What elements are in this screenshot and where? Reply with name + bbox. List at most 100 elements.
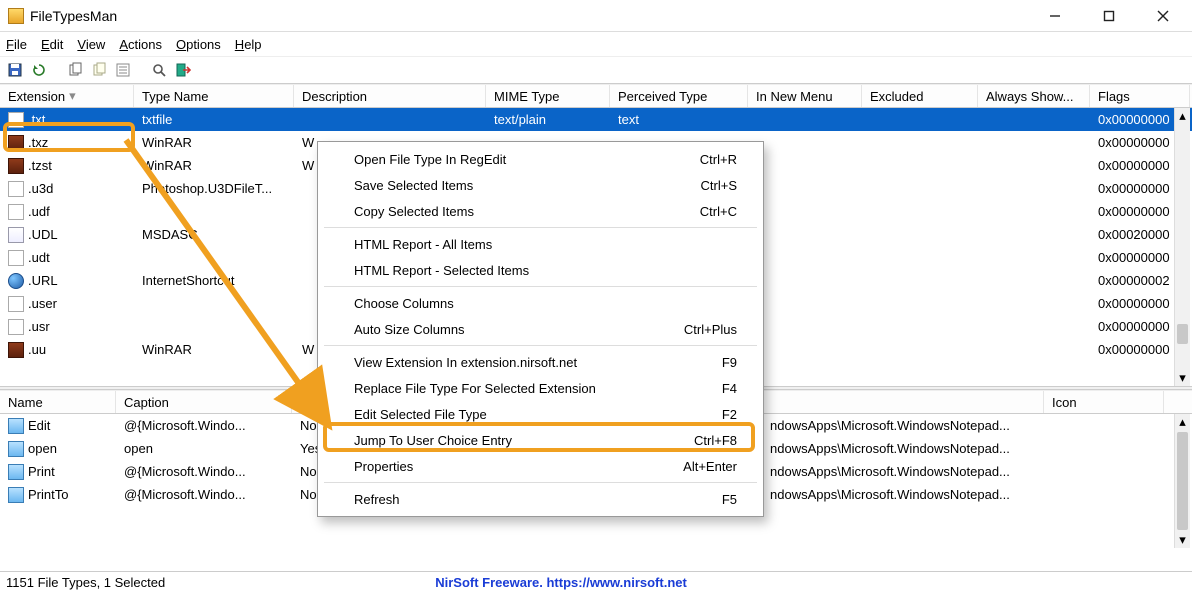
cell — [978, 177, 1090, 200]
column-header[interactable]: MIME Type — [486, 85, 610, 107]
action-icon — [8, 441, 24, 457]
column-header[interactable]: Flags — [1090, 85, 1190, 107]
menu-separator — [324, 286, 757, 287]
menu-actions[interactable]: Actions — [119, 37, 162, 52]
close-button[interactable] — [1148, 6, 1178, 26]
cell: ndowsApps\Microsoft.WindowsNotepad... — [762, 414, 1044, 437]
cell — [748, 108, 862, 131]
menu-view[interactable]: View — [77, 37, 105, 52]
menu-item-label: HTML Report - All Items — [354, 237, 492, 252]
menu-item[interactable]: Auto Size ColumnsCtrl+Plus — [318, 316, 763, 342]
column-header[interactable]: Description — [294, 85, 486, 107]
status-link[interactable]: NirSoft Freeware. https://www.nirsoft.ne… — [435, 575, 687, 590]
filetype-icon — [8, 227, 24, 243]
extension-cell: .udf — [0, 200, 134, 223]
filetype-icon — [8, 204, 24, 220]
scroll-up-icon[interactable]: ▴ — [1175, 414, 1190, 430]
copy-icon[interactable] — [66, 61, 84, 79]
table-row[interactable]: .txttxtfiletext/plaintext0x00000000 — [0, 108, 1192, 131]
scroll-thumb[interactable] — [1177, 324, 1188, 344]
extension-cell: .tzst — [0, 154, 134, 177]
menu-item[interactable]: Edit Selected File TypeF2 — [318, 401, 763, 427]
copy2-icon[interactable] — [90, 61, 108, 79]
scroll-thumb[interactable] — [1177, 432, 1188, 530]
cell: Photoshop.U3DFileT... — [134, 177, 294, 200]
menu-item-accel: Ctrl+S — [701, 178, 737, 193]
column-header[interactable]: Caption — [116, 391, 292, 413]
column-header[interactable]: Icon — [1044, 391, 1164, 413]
menu-file[interactable]: File — [6, 37, 27, 52]
menu-item[interactable]: View Extension In extension.nirsoft.netF… — [318, 349, 763, 375]
find-icon[interactable] — [150, 61, 168, 79]
cell — [134, 292, 294, 315]
menu-item[interactable]: Copy Selected ItemsCtrl+C — [318, 198, 763, 224]
menu-item[interactable]: Save Selected ItemsCtrl+S — [318, 172, 763, 198]
window-title: FileTypesMan — [30, 8, 1040, 24]
menu-item-label: Replace File Type For Selected Extension — [354, 381, 596, 396]
cell — [978, 315, 1090, 338]
column-header[interactable]: Always Show... — [978, 85, 1090, 107]
extension-cell: .uu — [0, 338, 134, 361]
menu-item[interactable]: PropertiesAlt+Enter — [318, 453, 763, 479]
cell — [748, 292, 862, 315]
menu-item-accel: Ctrl+F8 — [694, 433, 737, 448]
minimize-button[interactable] — [1040, 6, 1070, 26]
filetype-icon — [8, 135, 24, 151]
cell — [748, 200, 862, 223]
menu-separator — [324, 345, 757, 346]
cell — [748, 338, 862, 361]
menu-item[interactable]: HTML Report - All Items — [318, 231, 763, 257]
menubar: File Edit View Actions Options Help — [0, 32, 1192, 56]
menu-separator — [324, 482, 757, 483]
menu-item[interactable]: HTML Report - Selected Items — [318, 257, 763, 283]
action-icon — [8, 464, 24, 480]
statusbar: 1151 File Types, 1 Selected NirSoft Free… — [0, 571, 1192, 593]
cell — [862, 315, 978, 338]
column-header[interactable]: Excluded — [862, 85, 978, 107]
column-header[interactable] — [762, 391, 1044, 413]
refresh-icon[interactable] — [30, 61, 48, 79]
top-scrollbar[interactable]: ▴ ▾ — [1174, 108, 1190, 386]
menu-item[interactable]: Replace File Type For Selected Extension… — [318, 375, 763, 401]
menu-item[interactable]: Jump To User Choice EntryCtrl+F8 — [318, 427, 763, 453]
menu-item[interactable]: RefreshF5 — [318, 486, 763, 512]
cell: @{Microsoft.Windo... — [116, 483, 292, 506]
cell — [978, 154, 1090, 177]
filetype-icon — [8, 112, 24, 128]
cell — [862, 223, 978, 246]
column-header[interactable]: Perceived Type — [610, 85, 748, 107]
cell — [748, 131, 862, 154]
menu-item[interactable]: Choose Columns — [318, 290, 763, 316]
column-header[interactable]: In New Menu — [748, 85, 862, 107]
menu-help[interactable]: Help — [235, 37, 262, 52]
scroll-down-icon[interactable]: ▾ — [1175, 370, 1190, 386]
menu-item-label: Open File Type In RegEdit — [354, 152, 506, 167]
cell — [748, 246, 862, 269]
properties-icon[interactable] — [114, 61, 132, 79]
menu-options[interactable]: Options — [176, 37, 221, 52]
menu-item-accel: Alt+Enter — [683, 459, 737, 474]
column-header[interactable]: Extension ▾ — [0, 85, 134, 107]
scroll-down-icon[interactable]: ▾ — [1175, 532, 1190, 548]
cell: open — [0, 437, 116, 460]
menu-edit[interactable]: Edit — [41, 37, 63, 52]
exit-icon[interactable] — [174, 61, 192, 79]
cell — [978, 338, 1090, 361]
bottom-scrollbar[interactable]: ▴ ▾ — [1174, 414, 1190, 548]
menu-item-accel: F2 — [722, 407, 737, 422]
column-header[interactable]: Type Name — [134, 85, 294, 107]
menu-separator — [324, 227, 757, 228]
column-header[interactable]: Name — [0, 391, 116, 413]
save-icon[interactable] — [6, 61, 24, 79]
cell: Print — [0, 460, 116, 483]
menu-item-label: Refresh — [354, 492, 400, 507]
filetype-icon — [8, 342, 24, 358]
menu-item[interactable]: Open File Type In RegEditCtrl+R — [318, 146, 763, 172]
scroll-up-icon[interactable]: ▴ — [1175, 108, 1190, 124]
cell: MSDASC — [134, 223, 294, 246]
action-icon — [8, 418, 24, 434]
menu-item-label: Auto Size Columns — [354, 322, 465, 337]
maximize-button[interactable] — [1094, 6, 1124, 26]
extension-cell: .user — [0, 292, 134, 315]
cell — [862, 154, 978, 177]
